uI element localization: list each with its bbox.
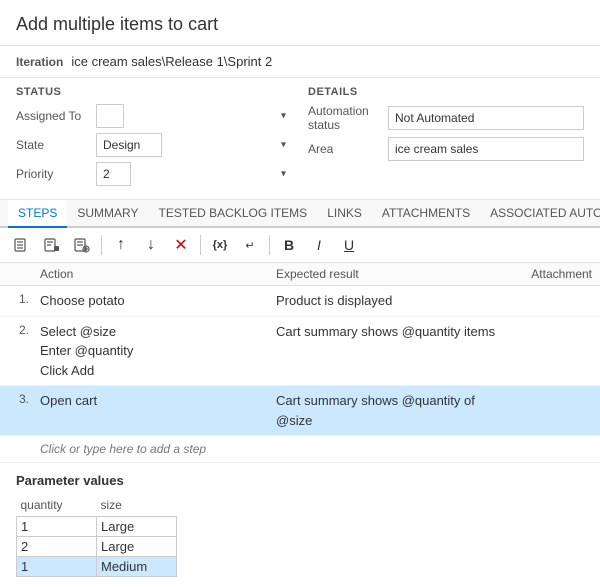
page-title: Add multiple items to cart [16, 14, 584, 35]
tabs-bar: STEPS SUMMARY TESTED BACKLOG ITEMS LINKS… [0, 200, 600, 228]
assigned-to-select-wrapper[interactable] [96, 104, 292, 128]
col-header-result: Expected result [276, 267, 512, 281]
iteration-value: ice cream sales\Release 1\Sprint 2 [71, 54, 272, 69]
step-action-3[interactable]: Open cart [40, 391, 276, 411]
step-action-1[interactable]: Choose potato [40, 291, 276, 311]
tab-summary[interactable]: SUMMARY [67, 200, 148, 228]
tab-tested-backlog-items[interactable]: TESTED BACKLOG ITEMS [148, 200, 317, 228]
area-label: Area [308, 142, 388, 156]
page-header: Add multiple items to cart [0, 0, 600, 46]
param-cell-quantity-3[interactable]: 1 [17, 557, 97, 577]
param-col-header-quantity: quantity [17, 496, 97, 517]
param-row-3[interactable]: 1 Medium [17, 557, 177, 577]
state-select-wrapper[interactable]: Design [96, 133, 292, 157]
toolbar-separator-3 [269, 235, 270, 255]
step-num-2: 2. [8, 322, 40, 337]
fields-section: STATUS Assigned To State Design Priority… [0, 78, 600, 200]
move-down-button[interactable]: ↓ [137, 232, 165, 258]
param-cell-size-3[interactable]: Medium [97, 557, 177, 577]
step-result-3[interactable]: Cart summary shows @quantity of @size [276, 391, 512, 430]
tab-steps[interactable]: STEPS [8, 200, 67, 228]
step-result-1: Product is displayed [276, 291, 512, 311]
param-row-2[interactable]: 2 Large [17, 537, 177, 557]
state-label: State [16, 138, 96, 152]
priority-row: Priority 2 [16, 162, 292, 186]
step-num-3: 3. [8, 391, 40, 406]
col-header-num [8, 267, 40, 281]
state-row: State Design [16, 133, 292, 157]
bold-button[interactable]: B [275, 232, 303, 258]
param-col-header-size: size [97, 496, 177, 517]
underline-button[interactable]: U [335, 232, 363, 258]
col-header-action: Action [40, 267, 276, 281]
param-cell-quantity-1[interactable]: 1 [17, 517, 97, 537]
parameter-values-table: quantity size 1 Large 2 Large 1 Medium [16, 496, 177, 577]
details-heading: DETAILS [308, 86, 584, 98]
priority-select-wrapper[interactable]: 2 [96, 162, 292, 186]
move-up-button[interactable]: ↑ [107, 232, 135, 258]
param-cell-size-2[interactable]: Large [97, 537, 177, 557]
add-shared-steps-button[interactable] [38, 232, 66, 258]
col-header-attachment: Attachment [512, 267, 592, 281]
assigned-to-label: Assigned To [16, 109, 96, 123]
automation-status-row: Automation status Not Automated [308, 104, 584, 132]
area-row: Area ice cream sales [308, 137, 584, 161]
step-row-1[interactable]: 1. Choose potato Product is displayed [0, 286, 600, 317]
italic-button[interactable]: I [305, 232, 333, 258]
area-value: ice cream sales [388, 137, 584, 161]
toolbar-separator-1 [101, 235, 102, 255]
automation-status-label: Automation status [308, 104, 388, 132]
steps-toolbar: ↑ ↓ ✕ {x} ↵ B I U [0, 228, 600, 263]
insert-shared-steps-button[interactable] [68, 232, 96, 258]
status-section: STATUS Assigned To State Design Priority… [16, 86, 292, 191]
step-action-2[interactable]: Select @sizeEnter @quantityClick Add [40, 322, 276, 381]
parameter-values-section: Parameter values quantity size 1 Large 2… [0, 463, 600, 587]
iteration-label: Iteration [16, 55, 63, 69]
iteration-row: Iteration ice cream sales\Release 1\Spri… [0, 46, 600, 78]
toolbar-separator-2 [200, 235, 201, 255]
state-select[interactable]: Design [96, 133, 162, 157]
step-num-1: 1. [8, 291, 40, 306]
step-param-button[interactable]: ↵ [236, 232, 264, 258]
param-cell-size-1[interactable]: Large [97, 517, 177, 537]
tab-links[interactable]: LINKS [317, 200, 372, 228]
param-row-1[interactable]: 1 Large [17, 517, 177, 537]
steps-table-header: Action Expected result Attachment [0, 263, 600, 286]
step-row-3[interactable]: 3. Open cart Cart summary shows @quantit… [0, 386, 600, 436]
param-cell-quantity-2[interactable]: 2 [17, 537, 97, 557]
priority-select[interactable]: 2 [96, 162, 131, 186]
add-step-button[interactable] [8, 232, 36, 258]
add-step-hint[interactable]: Click or type here to add a step [0, 436, 600, 463]
status-heading: STATUS [16, 86, 292, 98]
details-section: DETAILS Automation status Not Automated … [292, 86, 584, 191]
automation-status-value: Not Automated [388, 106, 584, 130]
tab-associated-automation[interactable]: ASSOCIATED AUTOMATION [480, 200, 600, 228]
parameter-values-title: Parameter values [16, 473, 584, 488]
assigned-to-row: Assigned To [16, 104, 292, 128]
insert-param-button[interactable]: {x} [206, 232, 234, 258]
assigned-to-select[interactable] [96, 104, 124, 128]
step-result-2: Cart summary shows @quantity items [276, 322, 512, 342]
step-row-2[interactable]: 2. Select @sizeEnter @quantityClick Add … [0, 317, 600, 387]
tab-attachments[interactable]: ATTACHMENTS [372, 200, 480, 228]
priority-label: Priority [16, 167, 96, 181]
delete-step-button[interactable]: ✕ [167, 232, 195, 258]
